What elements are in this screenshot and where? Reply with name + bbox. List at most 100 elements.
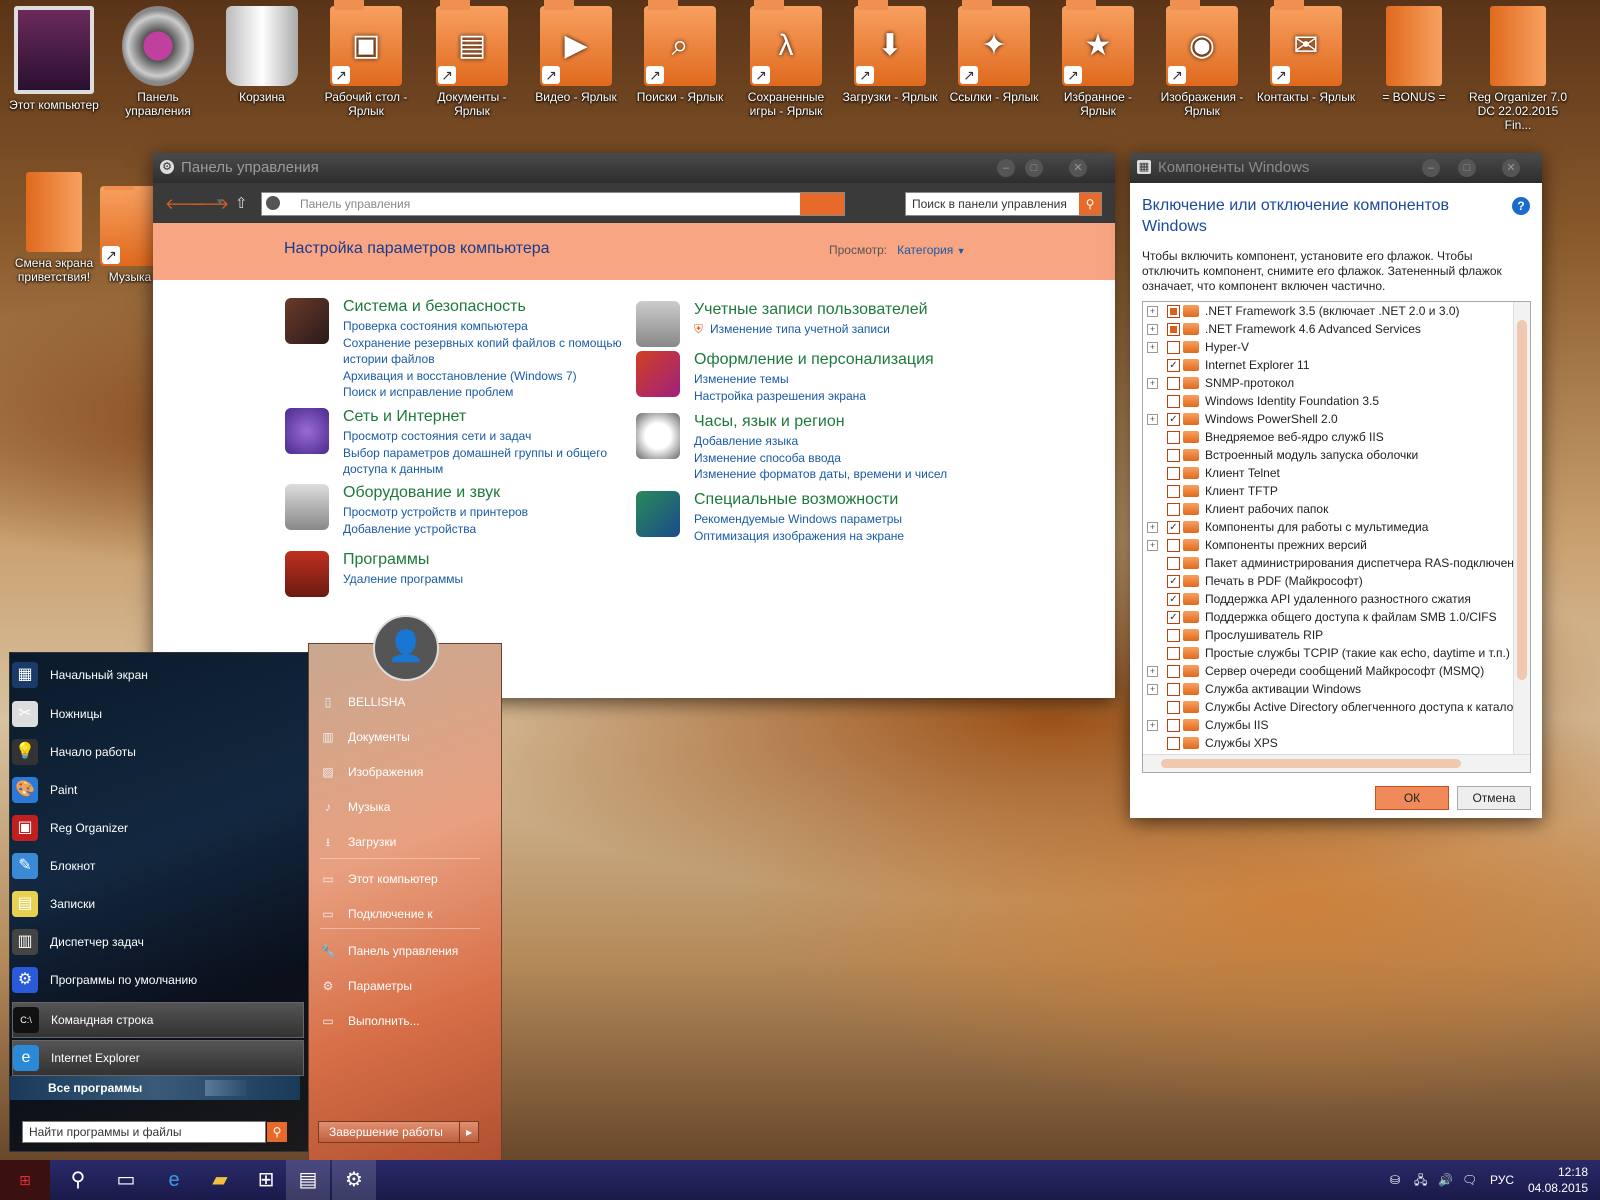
all-programs-button[interactable]: Все программы <box>10 1076 300 1100</box>
category-title[interactable]: Учетные записи пользователей <box>694 301 928 319</box>
system-security-icon[interactable] <box>285 298 329 344</box>
desktop-icon[interactable]: Корзина <box>212 6 312 104</box>
expand-icon[interactable]: + <box>1147 666 1158 677</box>
feature-checkbox[interactable] <box>1167 557 1180 570</box>
feature-checkbox[interactable] <box>1167 629 1180 642</box>
category-title[interactable]: Оборудование и звук <box>343 484 500 502</box>
feature-item[interactable]: + ✓ Компоненты для работы с мультимедиа <box>1143 518 1530 536</box>
network-globe-icon[interactable] <box>285 408 329 454</box>
vertical-scrollbar[interactable] <box>1513 302 1530 755</box>
category-link[interactable]: истории файлов <box>343 352 435 367</box>
maximize-button[interactable]: □ <box>1025 159 1043 177</box>
task-view-icon[interactable]: ▭ <box>104 1160 148 1200</box>
desktop-icon[interactable]: ✦ ↗ Ссылки - Ярлык <box>944 0 1044 104</box>
expand-icon[interactable]: + <box>1147 720 1158 731</box>
address-refresh-button[interactable] <box>800 193 844 215</box>
start-menu-item[interactable]: 🎨 Paint <box>12 773 302 807</box>
feature-checkbox[interactable]: ✓ <box>1167 611 1180 624</box>
close-button[interactable]: ✕ <box>1069 159 1087 177</box>
feature-checkbox[interactable] <box>1167 323 1180 336</box>
feature-item[interactable]: Клиент Telnet <box>1143 464 1530 482</box>
feature-checkbox[interactable] <box>1167 467 1180 480</box>
edge-browser-icon[interactable]: e <box>152 1160 196 1200</box>
desktop-icon[interactable]: ⬇ ↗ Загрузки - Ярлык <box>840 0 940 104</box>
close-button[interactable]: ✕ <box>1502 159 1520 177</box>
view-value[interactable]: Категория <box>897 243 953 257</box>
category-link[interactable]: Просмотр устройств и принтеров <box>343 505 528 520</box>
desktop-icon[interactable]: Reg Organizer 7.0 DC 22.02.2015 Fin... <box>1468 6 1568 132</box>
programs-disc-icon[interactable] <box>285 551 329 597</box>
start-menu-place[interactable]: 🔧 Панель управления <box>320 937 490 965</box>
start-search-input[interactable]: Найти программы и файлы ⚲ <box>22 1121 287 1143</box>
desktop-icon[interactable]: ▤ ↗ Документы - Ярлык <box>422 0 522 118</box>
notifications-icon[interactable]: 🗨 <box>1462 1160 1477 1200</box>
desktop-icon[interactable]: = BONUS = <box>1364 6 1464 104</box>
expand-icon[interactable]: + <box>1147 684 1158 695</box>
feature-checkbox[interactable] <box>1167 719 1180 732</box>
category-link[interactable]: Удаление программы <box>343 572 463 587</box>
desktop-icon[interactable]: ↗ Музыка <box>100 186 160 284</box>
horizontal-scrollbar[interactable] <box>1143 754 1530 772</box>
feature-item[interactable]: Службы XPS <box>1143 734 1530 752</box>
category-link[interactable]: Рекомендуемые Windows параметры <box>694 512 902 527</box>
start-menu-item[interactable]: 💡 Начало работы <box>12 735 302 769</box>
expand-icon[interactable]: + <box>1147 342 1158 353</box>
feature-item[interactable]: + Hyper-V <box>1143 338 1530 356</box>
start-menu-item[interactable]: ✂ Ножницы <box>12 697 302 731</box>
feature-item[interactable]: Службы Active Directory облегченного дос… <box>1143 698 1530 716</box>
category-title[interactable]: Сеть и Интернет <box>343 408 466 426</box>
network-sync-icon[interactable]: ⛁ <box>1390 1160 1400 1200</box>
personalization-icon[interactable] <box>636 351 680 397</box>
category-link[interactable]: Проверка состояния компьютера <box>343 319 528 334</box>
feature-checkbox[interactable] <box>1167 737 1180 750</box>
category-title[interactable]: Система и безопасность <box>343 298 526 316</box>
minimize-button[interactable]: – <box>1422 159 1440 177</box>
feature-checkbox[interactable]: ✓ <box>1167 521 1180 534</box>
feature-item[interactable]: Внедряемое веб-ядро служб IIS <box>1143 428 1530 446</box>
expand-icon[interactable]: + <box>1147 306 1158 317</box>
ok-button[interactable]: ОК <box>1375 786 1449 810</box>
file-explorer-icon[interactable]: ▰ <box>198 1160 242 1200</box>
start-menu-item[interactable]: ⚙ Программы по умолчанию <box>12 963 302 997</box>
help-icon[interactable]: ? <box>1512 197 1530 215</box>
accessibility-icon[interactable] <box>636 491 680 537</box>
start-menu-item[interactable]: e Internet Explorer <box>12 1040 304 1076</box>
category-link[interactable]: Изменение форматов даты, времени и чисел <box>694 467 947 482</box>
minimize-button[interactable]: – <box>997 159 1015 177</box>
feature-checkbox[interactable]: ✓ <box>1167 575 1180 588</box>
start-menu-place[interactable]: ♪ Музыка <box>320 793 490 821</box>
shutdown-button[interactable]: Завершение работы ▸ <box>318 1121 479 1143</box>
feature-checkbox[interactable] <box>1167 539 1180 552</box>
feature-checkbox[interactable] <box>1167 449 1180 462</box>
category-link[interactable]: Оптимизация изображения на экране <box>694 529 904 544</box>
feature-item[interactable]: Windows Identity Foundation 3.5 <box>1143 392 1530 410</box>
start-menu-place[interactable]: ▭ Этот компьютер <box>320 865 490 893</box>
feature-checkbox[interactable] <box>1167 341 1180 354</box>
feature-checkbox[interactable]: ✓ <box>1167 413 1180 426</box>
search-icon[interactable]: ⚲ <box>1079 193 1101 215</box>
feature-checkbox[interactable] <box>1167 431 1180 444</box>
feature-item[interactable]: Простые службы TCPIP (такие как echo, da… <box>1143 644 1530 662</box>
clock[interactable]: 12:18 04.08.2015 <box>1528 1164 1588 1196</box>
category-title[interactable]: Часы, язык и регион <box>694 413 845 431</box>
expand-icon[interactable]: + <box>1147 324 1158 335</box>
feature-checkbox[interactable] <box>1167 485 1180 498</box>
feature-item[interactable]: ✓ Поддержка общего доступа к файлам SMB 1… <box>1143 608 1530 626</box>
network-icon[interactable]: 🖧 <box>1414 1160 1427 1200</box>
desktop-icon[interactable]: ✉ ↗ Контакты - Ярлык <box>1256 0 1356 104</box>
maximize-button[interactable]: □ <box>1458 159 1476 177</box>
shutdown-options-arrow-icon[interactable]: ▸ <box>459 1121 479 1143</box>
up-arrow-icon[interactable]: ⇧ <box>235 194 248 212</box>
user-accounts-icon[interactable] <box>636 301 680 347</box>
feature-item[interactable]: ✓ Поддержка API удаленного разностного сж… <box>1143 590 1530 608</box>
desktop-icon[interactable]: ◉ ↗ Изображения - Ярлык <box>1152 0 1252 118</box>
search-icon[interactable]: ⚲ <box>267 1122 287 1142</box>
feature-item[interactable]: + Компоненты прежних версий <box>1143 536 1530 554</box>
category-link[interactable]: Добавление языка <box>694 434 798 449</box>
start-menu-item[interactable]: ▤ Записки <box>12 887 302 921</box>
desktop-icon[interactable]: ⌕ ↗ Поиски - Ярлык <box>630 0 730 104</box>
category-title[interactable]: Программы <box>343 551 429 569</box>
clock-icon[interactable] <box>636 413 680 459</box>
language-indicator[interactable]: РУС <box>1490 1160 1514 1200</box>
category-link[interactable]: Настройка разрешения экрана <box>694 389 866 404</box>
